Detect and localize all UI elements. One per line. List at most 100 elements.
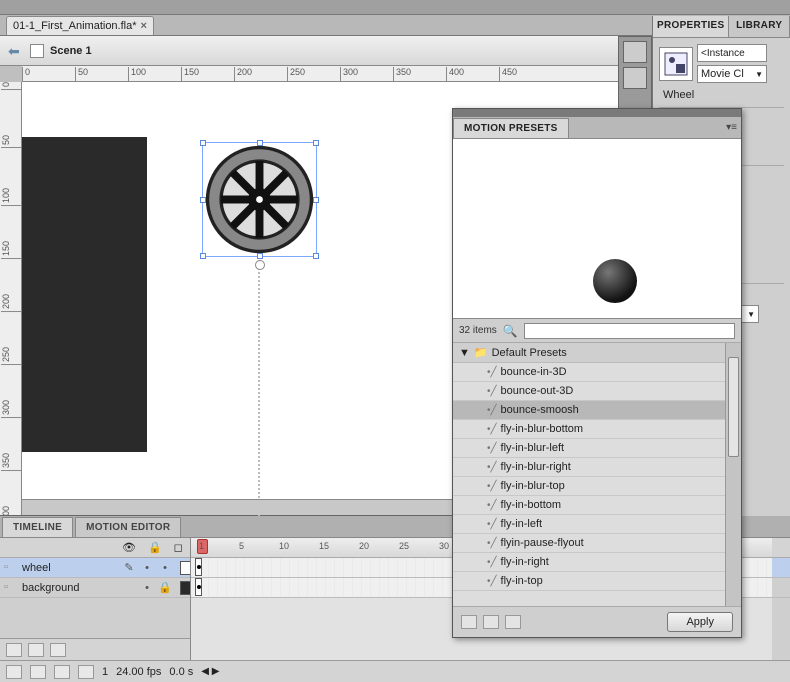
preset-item[interactable]: •╱ fly-in-bottom [453,496,741,515]
preset-item[interactable]: •╱ bounce-smoosh [453,401,741,420]
preset-label: fly-in-bottom [501,499,562,511]
preset-label: bounce-in-3D [501,366,567,378]
preset-label: fly-in-top [501,575,543,587]
menu-bar [0,0,790,14]
pencil-icon[interactable]: ✎ [120,561,138,574]
tl-btn-3[interactable] [54,665,70,679]
folder-icon: 📁 [474,346,488,359]
preset-item[interactable]: •╱ fly-in-top [453,572,741,591]
background-shape [22,137,147,452]
preset-item[interactable]: •╱ fly-in-blur-top [453,477,741,496]
lock-icon[interactable]: 🔒 [148,541,162,554]
apply-button[interactable]: Apply [667,612,733,632]
folder-label: Default Presets [492,347,567,359]
preset-item[interactable]: •╱bounce-in-3D [453,363,741,382]
preset-preview [453,139,741,319]
instance-name-input[interactable] [697,44,767,62]
preset-item[interactable]: •╱ fly-in-left [453,515,741,534]
binoculars-icon[interactable]: 🔍 [503,324,518,338]
properties-tabs: PROPERTIES LIBRARY [653,16,790,38]
scene-icon [30,44,44,58]
timeline-footer: 1 24.00 fps 0.0 s ◀ ▶ [0,660,790,682]
tab-motion-editor[interactable]: MOTION EDITOR [75,517,181,537]
layer-footer [0,638,190,660]
preset-item[interactable]: •╱ fly-in-blur-left [453,439,741,458]
lock-toggle[interactable]: • [156,562,174,574]
swatches-panel-icon[interactable] [623,67,647,89]
layer-name: background [22,582,120,594]
close-icon[interactable]: × [141,20,147,32]
lock-toggle[interactable]: 🔒 [156,581,174,594]
preset-icon: •╱ [487,405,497,416]
wheel-symbol[interactable] [203,143,316,256]
preset-label: flyin-pause-flyout [501,537,584,549]
preset-item[interactable]: •╱ fly-in-blur-bottom [453,420,741,439]
panel-grip[interactable] [453,109,741,117]
preset-icon: •╱ [487,519,497,530]
layer-icon: ▫ [4,561,18,575]
preset-label: bounce-smoosh [501,404,579,416]
tl-btn-2[interactable] [30,665,46,679]
motion-presets-tab[interactable]: MOTION PRESETS [453,118,569,138]
preset-tree[interactable]: ▼ 📁 Default Presets •╱bounce-in-3D•╱boun… [453,343,741,607]
frame-num: 1 [102,666,108,678]
preset-label: fly-in-left [501,518,543,530]
new-folder-button[interactable] [28,643,44,657]
panel-menu-icon[interactable]: ▾≡ [726,122,737,133]
preset-item[interactable]: •╱ fly-in-blur-right [453,458,741,477]
instance-type-icon [659,47,693,81]
visibility-toggle[interactable]: • [138,582,156,594]
layer-icon: ▫ [4,581,18,595]
preset-folder[interactable]: ▼ 📁 Default Presets [453,343,741,363]
preset-icon: •╱ [487,462,497,473]
preset-label: fly-in-blur-bottom [501,423,584,435]
preset-icon: •╱ [487,557,497,568]
preset-item[interactable]: •╱fly-in-right [453,553,741,572]
preset-search-bar: 32 items 🔍 [453,319,741,343]
instance-type-dropdown[interactable]: Movie Cl▼ [697,65,767,83]
new-folder-button[interactable] [483,615,499,629]
outline-icon[interactable]: ◻ [174,541,183,554]
wheel-selection[interactable] [202,142,317,257]
time-label: 0.0 s [169,666,193,678]
back-arrow-icon[interactable]: ⬅ [8,43,24,59]
layer-name: wheel [22,562,120,574]
preset-icon: •╱ [487,576,497,587]
preset-scrollbar[interactable] [725,343,741,606]
rotate-handle[interactable] [255,260,265,270]
symbol-name: Wheel [663,89,694,101]
tab-library[interactable]: LIBRARY [729,16,790,37]
preset-icon: •╱ [487,481,497,492]
visibility-toggle[interactable]: • [138,562,156,574]
tl-btn-1[interactable] [6,665,22,679]
preset-search-input[interactable] [524,323,735,339]
color-panel-icon[interactable] [623,41,647,63]
preset-item[interactable]: •╱flyin-pause-flyout [453,534,741,553]
document-tab-label: 01-1_First_Animation.fla* [13,20,137,32]
fps-label: 24.00 fps [116,666,161,678]
delete-layer-button[interactable] [50,643,66,657]
delete-preset-button[interactable] [505,615,521,629]
motion-presets-panel[interactable]: MOTION PRESETS ▾≡ 32 items 🔍 ▼ 📁 Default… [452,108,742,638]
preset-icon: •╱ [487,424,497,435]
save-preset-button[interactable] [461,615,477,629]
preview-ball [593,259,637,303]
tab-timeline[interactable]: TIMELINE [2,517,73,537]
preset-label: fly-in-blur-top [501,480,565,492]
preset-label: bounce-out-3D [501,385,574,397]
preset-icon: •╱ [487,500,497,511]
scene-label: Scene 1 [50,45,92,57]
preset-label: fly-in-blur-right [501,461,571,473]
tl-btn-4[interactable] [78,665,94,679]
preset-icon: •╱ [487,386,497,397]
preset-item[interactable]: •╱ bounce-out-3D [453,382,741,401]
preset-label: fly-in-blur-left [501,442,565,454]
new-layer-button[interactable] [6,643,22,657]
vertical-ruler: 050100150200250300350400 [0,82,22,515]
tab-properties[interactable]: PROPERTIES [653,16,729,37]
eye-icon[interactable]: 👁 [122,541,136,554]
document-tab[interactable]: 01-1_First_Animation.fla* × [6,16,154,35]
dock-icons [618,36,652,116]
chevron-down-icon: ▼ [459,347,470,359]
preset-icon: •╱ [487,443,497,454]
